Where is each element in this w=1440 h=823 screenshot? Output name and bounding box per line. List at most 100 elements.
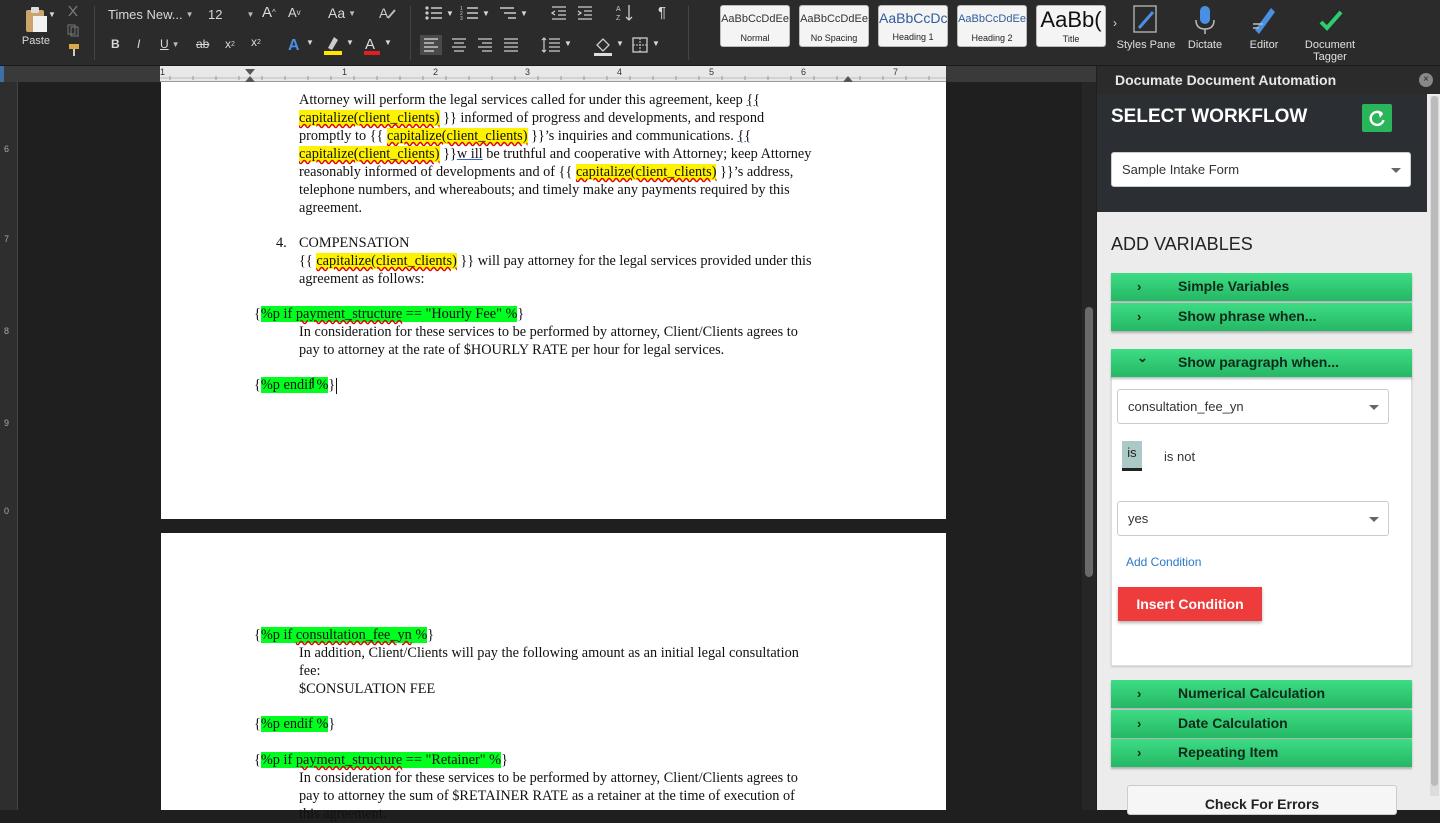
vertical-ruler[interactable]: 6 7 8 9 0 <box>0 82 18 810</box>
accordion-simple-variables[interactable]: › Simple Variables <box>1111 273 1412 301</box>
accordion-repeating-item[interactable]: › Repeating Item <box>1111 739 1412 767</box>
increase-indent-icon[interactable] <box>576 5 594 21</box>
accordion-show-phrase[interactable]: › Show phrase when... <box>1111 303 1412 331</box>
text-cursor <box>336 377 338 394</box>
svg-text:3: 3 <box>460 16 463 21</box>
text-effects-icon[interactable]: A <box>286 34 306 54</box>
sort-icon[interactable]: AZ <box>616 3 634 23</box>
numbering-caret[interactable]: ▼ <box>482 9 490 18</box>
workflow-select-value: Sample Intake Form <box>1122 162 1240 177</box>
doc-text: }}’s address, <box>716 164 794 180</box>
vruler-number: 9 <box>4 418 10 428</box>
accordion-numerical-calculation[interactable]: › Numerical Calculation <box>1111 680 1412 708</box>
show-formatting-marks-button[interactable]: ¶ <box>658 4 666 21</box>
document-tagger-button[interactable]: Document Tagger <box>1294 2 1366 64</box>
pane-scrollbar[interactable] <box>1430 96 1439 796</box>
condition-tag-line: {%p endif %} <box>254 715 335 733</box>
shrink-font-button[interactable]: Av <box>288 5 301 20</box>
clipboard-icon <box>26 7 47 32</box>
refresh-button[interactable] <box>1362 104 1392 132</box>
is-not-toggle[interactable]: is not <box>1164 449 1195 464</box>
chevron-right-icon: › <box>1137 279 1142 294</box>
shading-caret[interactable]: ▼ <box>616 39 624 48</box>
condition-value: yes <box>1128 511 1149 526</box>
font-size-dropdown[interactable]: 12 ▼ <box>208 4 254 24</box>
multilevel-caret[interactable]: ▼ <box>520 9 528 18</box>
font-color-caret[interactable]: ▼ <box>384 38 392 47</box>
check-for-errors-button[interactable]: Check For Errors <box>1127 785 1397 815</box>
editor-button[interactable]: Editor <box>1228 2 1300 64</box>
document-page-2[interactable]: {%p if consultation_fee_yn %} In additio… <box>161 533 946 822</box>
accordion-date-calculation[interactable]: › Date Calculation <box>1111 710 1412 738</box>
doc-line: telephone numbers, and whereabouts; and … <box>299 182 790 198</box>
justify-icon[interactable] <box>500 35 522 55</box>
document-scrollbar-thumb[interactable] <box>1085 307 1093 577</box>
text-effects-caret[interactable]: ▼ <box>306 38 314 47</box>
bold-button[interactable]: B <box>111 37 120 51</box>
font-name-dropdown[interactable]: Times New... ▼ <box>108 4 200 24</box>
change-case-glyph: Aa <box>328 5 346 21</box>
highlight-color-icon[interactable] <box>322 34 344 56</box>
add-condition-link[interactable]: Add Condition <box>1126 555 1201 569</box>
align-right-icon[interactable] <box>474 35 496 55</box>
pane-close-button[interactable]: × <box>1419 73 1433 87</box>
pane-scrollbar-thumb[interactable] <box>1431 96 1438 786</box>
borders-icon[interactable] <box>630 35 650 55</box>
document-page-1[interactable]: Attorney will perform the legal services… <box>161 82 946 519</box>
condition-field-select[interactable]: consultation_fee_yn <box>1117 389 1389 424</box>
italic-button[interactable]: I <box>137 37 140 51</box>
cut-icon[interactable] <box>66 4 80 18</box>
superscript-button[interactable]: x2 <box>251 35 261 49</box>
document-scrollbar[interactable] <box>1082 82 1096 810</box>
style-name: Normal <box>740 33 770 43</box>
align-center-icon[interactable] <box>448 35 470 55</box>
line-spacing-icon[interactable] <box>540 35 562 55</box>
condition-value-select[interactable]: yes <box>1117 501 1389 536</box>
style-preview: AaBbCcDdEe <box>800 13 868 25</box>
font-size-value: 12 <box>208 6 223 22</box>
accordion-label: Simple Variables <box>1178 278 1290 294</box>
bullets-icon[interactable] <box>424 5 444 21</box>
template-tag: {{ <box>746 92 761 108</box>
borders-caret[interactable]: ▼ <box>652 39 660 48</box>
decrease-indent-icon[interactable] <box>550 5 568 21</box>
insert-condition-button[interactable]: Insert Condition <box>1118 587 1262 621</box>
line-spacing-caret[interactable]: ▼ <box>564 39 572 48</box>
paste-dropdown-caret[interactable]: ▼ <box>48 10 56 19</box>
grow-font-button[interactable]: A ^ <box>262 4 276 21</box>
copy-icon[interactable] <box>66 23 80 37</box>
doc-text: Attorney will perform the legal services… <box>299 92 743 108</box>
numbering-icon[interactable]: 123 <box>460 5 480 21</box>
font-color-icon[interactable]: A <box>362 34 382 56</box>
doc-line: promptly to {{ capitalize(client_clients… <box>299 127 751 145</box>
align-left-icon[interactable] <box>420 35 442 55</box>
variable-highlight: capitalize(client_clients) <box>299 110 440 126</box>
style-name: Heading 2 <box>971 33 1013 43</box>
highlight-caret[interactable]: ▼ <box>346 38 354 47</box>
format-painter-icon[interactable] <box>66 42 82 58</box>
clear-formatting-icon[interactable]: A <box>378 4 398 22</box>
workflow-select[interactable]: Sample Intake Form <box>1111 152 1411 187</box>
endif-tag: %p endif % <box>260 716 329 732</box>
strikethrough-button[interactable]: ab <box>196 37 209 51</box>
chevron-right-icon: › <box>1137 309 1142 324</box>
doc-text-flagged: w ill <box>456 146 483 162</box>
style-normal[interactable]: AaBbCcDdEe Normal <box>720 5 790 47</box>
is-toggle[interactable]: is <box>1122 441 1142 471</box>
doc-line: agreement. <box>299 200 363 216</box>
chevron-right-icon: › <box>1137 745 1142 760</box>
change-case-button[interactable]: Aa ▼ <box>328 5 356 21</box>
style-heading-1[interactable]: AaBbCcDc Heading 1 <box>878 5 948 47</box>
style-preview: AaBbCcDc <box>879 10 947 26</box>
ruler-number: 1 <box>160 67 166 77</box>
style-title[interactable]: AaBb(Title <box>1036 5 1106 47</box>
underline-button[interactable]: U ▼ <box>160 37 180 51</box>
subscript-button[interactable]: x2 <box>225 37 235 51</box>
multilevel-list-icon[interactable] <box>498 5 518 21</box>
style-no-spacing[interactable]: AaBbCcDdEe No Spacing <box>799 5 869 47</box>
style-heading-2[interactable]: AaBbCcDdEe Heading 2 <box>957 5 1027 47</box>
chevron-down-icon <box>1369 404 1379 410</box>
shading-icon[interactable] <box>592 35 614 57</box>
bullets-caret[interactable]: ▼ <box>446 9 454 18</box>
accordion-show-paragraph[interactable]: ⌄ Show paragraph when... <box>1111 349 1412 377</box>
